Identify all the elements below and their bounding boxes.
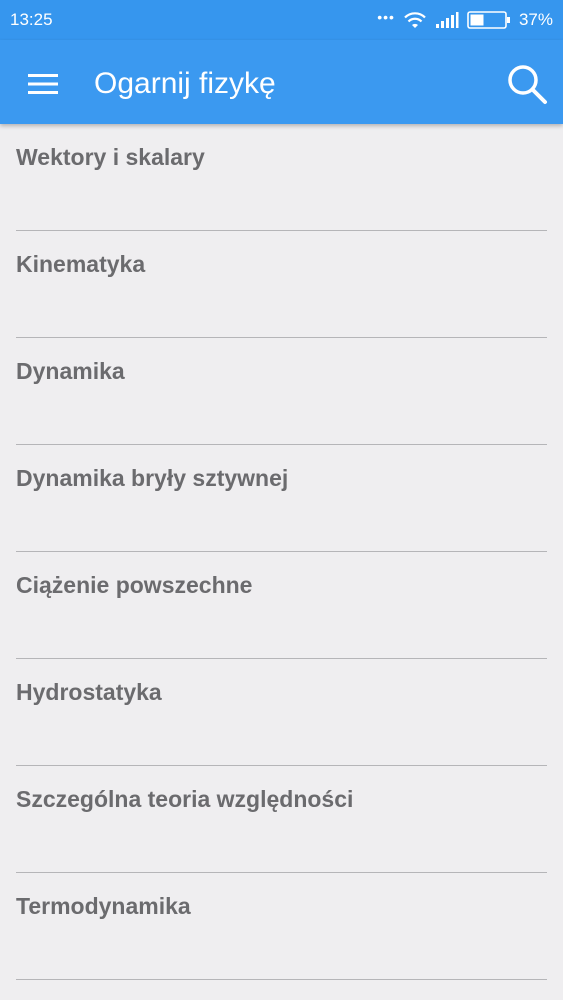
list-item[interactable]: Ciążenie powszechne xyxy=(0,552,563,659)
topic-label: Dynamika bryły sztywnej xyxy=(16,465,289,491)
list-item[interactable]: Dynamika bryły sztywnej xyxy=(0,445,563,552)
topic-label: Termodynamika xyxy=(16,893,191,919)
topic-label: Dynamika xyxy=(16,358,125,384)
status-time: 13:25 xyxy=(10,10,53,29)
topic-label: Hydrostatyka xyxy=(16,679,162,705)
battery-percent: 37% xyxy=(518,10,553,29)
battery-icon xyxy=(467,11,510,29)
topic-label: Szczególna teoria względności xyxy=(16,786,354,812)
signal-icon xyxy=(435,12,459,28)
search-button[interactable] xyxy=(505,62,549,106)
more-dots-icon: ••• xyxy=(377,9,395,25)
app-bar: Ogarnij fizykę xyxy=(0,40,563,124)
list-item[interactable]: Wektory i skalary xyxy=(0,124,563,231)
topic-label: Kinematyka xyxy=(16,251,146,277)
topic-label: Wektory i skalary xyxy=(16,144,205,170)
list-item[interactable]: Szczególna teoria względności xyxy=(0,766,563,873)
list-item[interactable]: Dynamika xyxy=(0,338,563,445)
topic-list: Wektory i skalary Kinematyka Dynamika Dy… xyxy=(0,124,563,980)
status-icons: ••• 37% xyxy=(369,8,553,32)
list-item[interactable]: Kinematyka xyxy=(0,231,563,338)
search-icon xyxy=(508,65,547,104)
status-bar: 13:25 ••• 37% xyxy=(0,0,563,40)
topic-label: Ciążenie powszechne xyxy=(16,572,253,598)
list-item[interactable]: Hydrostatyka xyxy=(0,659,563,766)
divider xyxy=(16,978,547,980)
menu-icon xyxy=(28,74,58,94)
list-item[interactable]: Termodynamika xyxy=(0,873,563,980)
app-title: Ogarnij fizykę xyxy=(94,67,276,100)
wifi-icon xyxy=(404,12,426,28)
menu-button[interactable] xyxy=(22,64,62,104)
